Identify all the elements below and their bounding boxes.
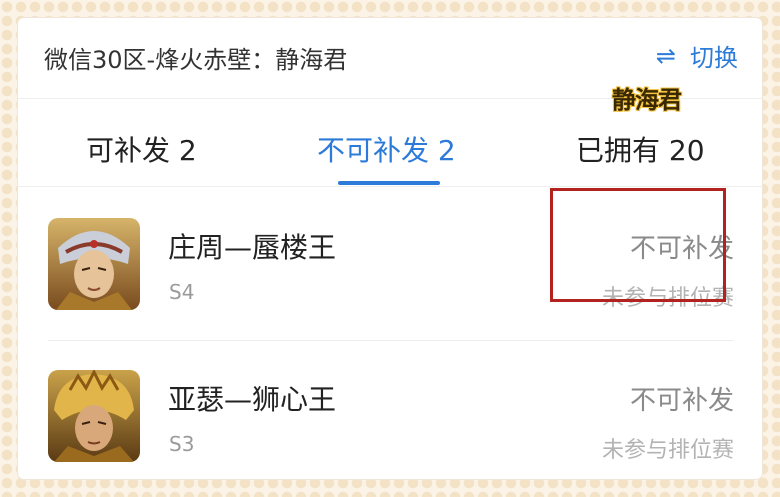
active-tab-indicator [338,181,440,185]
highlight-annotation-box [550,188,726,302]
tab-not-reissuable[interactable]: 不可补发 2 [317,129,456,169]
status-label: 不可补发 [629,386,734,416]
skin-name: 庄周—蜃楼王 [168,231,337,264]
reason-label: 未参与排位赛 [601,438,734,463]
switch-button[interactable]: ⇌ 切换 [656,38,738,73]
skin-name: 亚瑟—狮心王 [168,383,337,416]
swap-arrows-icon: ⇌ [655,41,676,70]
watermark-signature: 静海君 [612,85,682,114]
list-item[interactable]: 亚瑟—狮心王 S3 不可补发 未参与排位赛 [48,340,734,479]
switch-label: 切换 [690,44,738,72]
zhuangzhou-skin-avatar [48,218,140,310]
tab-reissuable[interactable]: 可补发 2 [86,129,197,169]
tab-owned[interactable]: 已拥有 20 [576,129,705,169]
arthur-skin-avatar [48,370,140,462]
season-label: S3 [169,432,195,456]
season-label: S4 [169,280,195,304]
server-title: 微信30区-烽火赤壁：静海君 [44,46,348,74]
